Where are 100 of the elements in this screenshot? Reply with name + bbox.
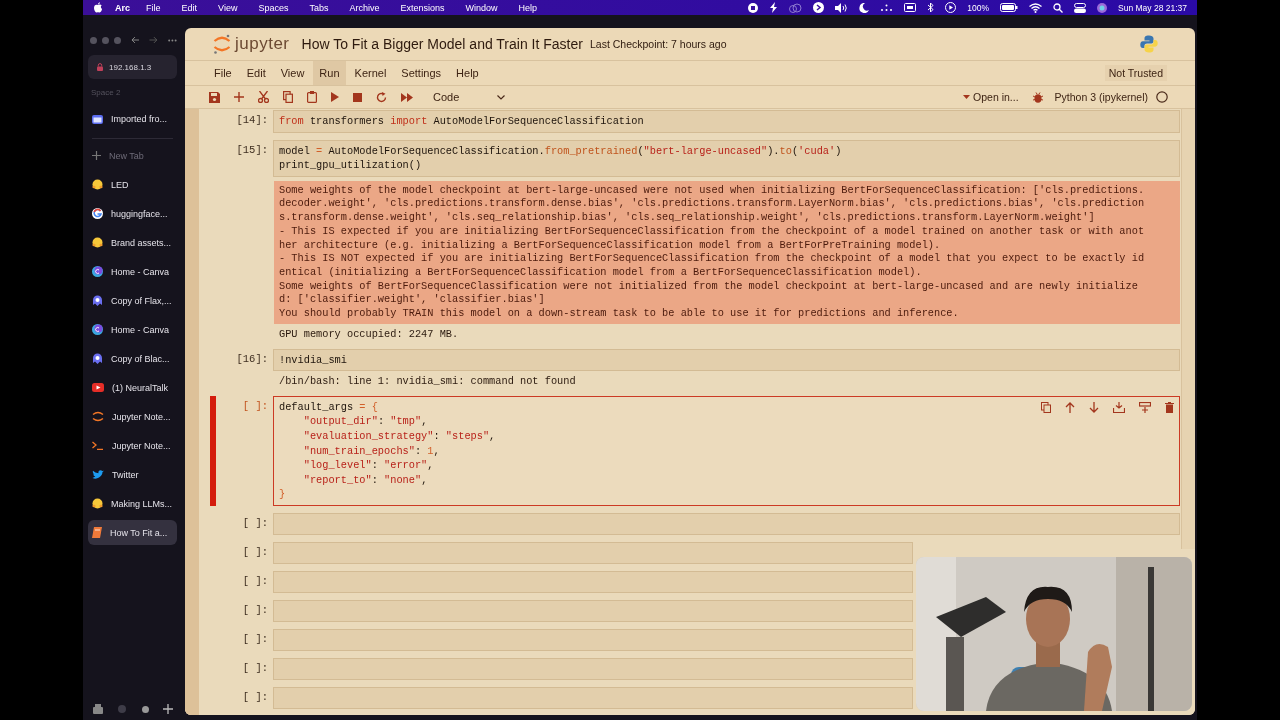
code-line: "num_train_epochs": 1,: [302, 443, 440, 459]
browser-tab[interactable]: Brand assets...: [88, 230, 177, 255]
cloud-icon[interactable]: [789, 2, 803, 13]
browser-tab[interactable]: Copy of Blac...: [88, 346, 177, 371]
run-icon[interactable]: [331, 92, 339, 102]
moon-icon[interactable]: [859, 2, 870, 13]
menu-item[interactable]: Edit: [240, 61, 272, 85]
code-cell[interactable]: [273, 628, 913, 651]
scrollbar[interactable]: [1181, 109, 1195, 549]
dot-icon[interactable]: [141, 705, 149, 713]
new-tab-button[interactable]: New Tab: [88, 143, 177, 168]
insert-above-icon[interactable]: [1139, 401, 1151, 413]
minimize-button[interactable]: [101, 36, 109, 44]
cell-type-dropdown[interactable]: Code: [433, 91, 506, 103]
execution-count: [ ]:: [241, 515, 269, 531]
browser-tab[interactable]: huggingface...: [88, 201, 177, 226]
menu-item[interactable]: Extensions: [400, 2, 445, 13]
toggle-icon[interactable]: [1074, 2, 1086, 13]
lock-icon: [97, 63, 103, 71]
battery-icon[interactable]: [1000, 3, 1018, 12]
code-cell[interactable]: model = AutoModelForSequenceClassification.from_pretrained("bert-large-uncased").to('cuda') print_gpu_utilization(): [273, 139, 1180, 177]
browser-tab[interactable]: Twitter: [88, 462, 177, 487]
insert-below-icon[interactable]: [1113, 401, 1125, 413]
menu-item[interactable]: Settings: [395, 61, 448, 85]
display-icon[interactable]: [904, 3, 917, 12]
code-cell[interactable]: [273, 570, 913, 593]
stop-icon[interactable]: [353, 92, 362, 102]
menu-item[interactable]: Archive: [349, 2, 380, 13]
record-icon[interactable]: [748, 2, 759, 13]
more-icon[interactable]: [168, 38, 177, 42]
code-cell[interactable]: [273, 686, 913, 709]
close-button[interactable]: [90, 36, 97, 44]
code-cell[interactable]: [273, 657, 913, 680]
code-cell[interactable]: !nvidia_smi: [273, 348, 1180, 372]
menu-item[interactable]: Kernel: [348, 61, 393, 85]
plus-icon[interactable]: [163, 704, 173, 714]
execution-count: [14]:: [235, 113, 269, 128]
app-menu[interactable]: Arc: [115, 2, 130, 13]
browser-tab[interactable]: Making LLMs...: [88, 491, 177, 516]
paste-icon[interactable]: [307, 91, 317, 103]
code-line: }: [279, 487, 286, 502]
menu-item[interactable]: File: [208, 61, 238, 85]
code-cell[interactable]: default_args = { "output_dir": "tmp", "evaluation_strategy": "steps", "num_train_epochs": 1, "log_level": "error", "report_to": "none", }: [273, 395, 1180, 506]
archive-icon[interactable]: [93, 704, 103, 714]
save-icon[interactable]: [209, 91, 220, 103]
address-bar[interactable]: 192.168.1.3: [88, 55, 177, 79]
code-cell[interactable]: [273, 599, 913, 622]
search-icon[interactable]: [1053, 2, 1063, 13]
kernel-name[interactable]: Python 3 (ipykernel): [1054, 91, 1148, 103]
browser-tab[interactable]: How To Fit a...: [88, 520, 177, 545]
menu-item[interactable]: File: [146, 2, 161, 13]
menu-item[interactable]: Help: [518, 2, 538, 13]
code-cell[interactable]: [273, 512, 1180, 535]
code-cell[interactable]: [273, 541, 913, 564]
delete-icon[interactable]: [1165, 401, 1174, 413]
duplicate-icon[interactable]: [1041, 401, 1051, 413]
bluetooth-icon[interactable]: [927, 2, 935, 13]
plus-icon: [92, 151, 101, 160]
orb-icon[interactable]: [1097, 2, 1107, 13]
apple-icon[interactable]: [93, 2, 103, 13]
browser-tab[interactable]: Jupyter Note...: [88, 404, 177, 429]
pinned-folder[interactable]: Imported fro...: [88, 106, 177, 131]
speaker-icon[interactable]: [835, 2, 849, 13]
output-line: d: ['classifier.weight', 'classifier.bias']: [279, 293, 545, 308]
back-icon[interactable]: [130, 36, 140, 44]
menu-item[interactable]: Help: [450, 61, 485, 85]
add-icon[interactable]: [234, 92, 244, 102]
open-in-button[interactable]: Open in...: [963, 91, 1019, 103]
browser-tab[interactable]: Jupyter Note...: [88, 433, 177, 458]
code-cell[interactable]: from transformers import AutoModelForSequenceClassification: [273, 110, 1180, 133]
menu-item[interactable]: View: [274, 61, 311, 85]
copy-icon[interactable]: [283, 91, 293, 103]
menu-item[interactable]: Run: [313, 61, 346, 85]
play-icon[interactable]: [945, 2, 957, 13]
smiley-icon: [92, 237, 103, 248]
arrow-up-icon[interactable]: [1065, 401, 1075, 413]
menu-item[interactable]: Tabs: [309, 2, 329, 13]
menu-item[interactable]: Window: [465, 2, 498, 13]
browser-tab[interactable]: Copy of Flax,...: [88, 288, 177, 313]
wifi-icon[interactable]: [1029, 2, 1042, 13]
menu-item[interactable]: View: [218, 2, 238, 13]
bug-icon[interactable]: [1032, 91, 1043, 103]
notebook-title[interactable]: How To Fit a Bigger Model and Train It Faster: [301, 36, 583, 52]
arrow-down-icon[interactable]: [1089, 401, 1099, 413]
fast-forward-icon[interactable]: [401, 92, 413, 102]
menu-item[interactable]: Edit: [181, 2, 198, 13]
restart-icon[interactable]: [376, 91, 387, 103]
browser-tab[interactable]: Home - Canva: [88, 317, 177, 342]
browser-tab[interactable]: (1) NeuralTalk: [88, 375, 177, 400]
browser-tab[interactable]: LED: [88, 172, 177, 197]
zoom-button[interactable]: [113, 36, 121, 44]
cut-icon[interactable]: [258, 91, 269, 103]
output-line: - This IS expected if you are initializing BertForSequenceClassification from the checkpoint of a model trained on another task or with anot: [279, 224, 1145, 239]
code-line: "report_to": "none",: [302, 472, 428, 488]
browser-tab[interactable]: Home - Canva: [88, 259, 177, 284]
trust-button[interactable]: Not Trusted: [1104, 65, 1167, 81]
bolt-icon[interactable]: [769, 2, 779, 13]
menu-item[interactable]: Spaces: [258, 2, 289, 13]
swirl-icon[interactable]: [813, 2, 825, 13]
dots-icon[interactable]: [880, 3, 894, 12]
